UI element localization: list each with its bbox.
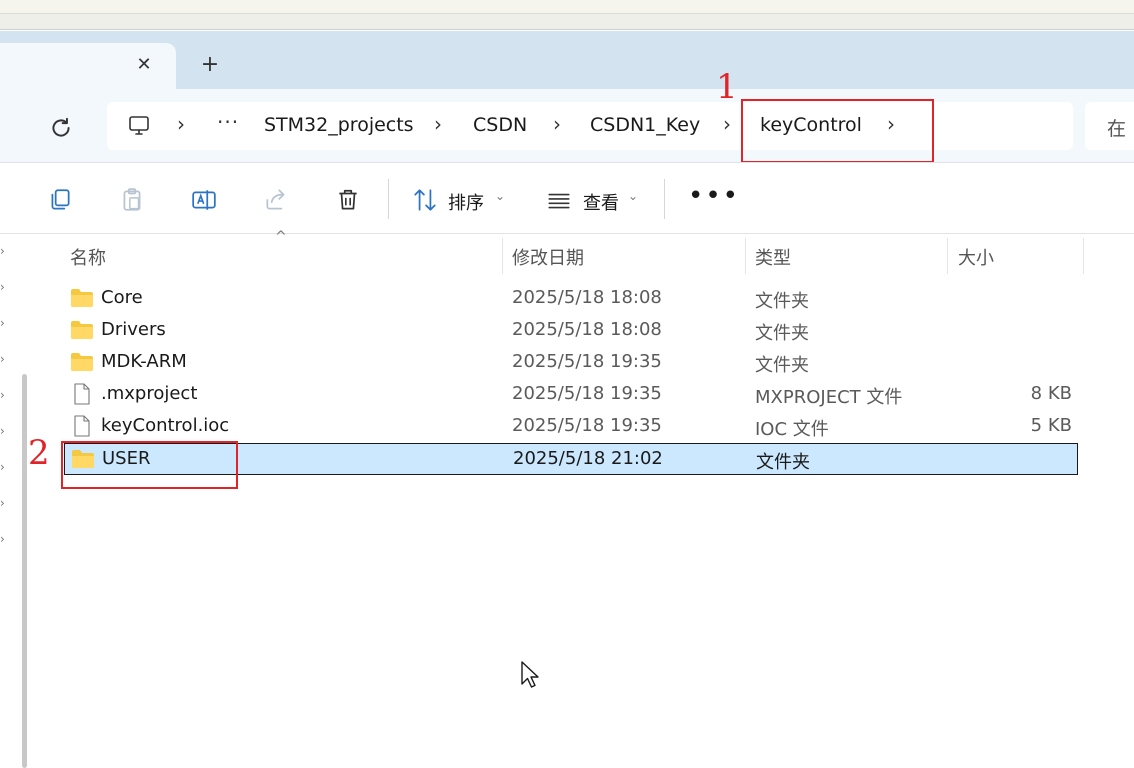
tab-bar: ✕ + — [0, 31, 1134, 90]
column-divider[interactable] — [947, 238, 948, 274]
file-date: 2025/5/18 18:08 — [512, 287, 662, 308]
column-header-type[interactable]: 类型 — [755, 244, 791, 282]
file-name: keyControl.ioc — [101, 415, 230, 436]
file-date: 2025/5/18 19:35 — [512, 415, 662, 436]
active-tab[interactable]: ✕ — [0, 43, 176, 90]
search-placeholder: 在 — [1107, 118, 1127, 140]
annotation-number-1: 1 — [716, 67, 738, 107]
close-tab-icon[interactable]: ✕ — [132, 53, 156, 77]
file-type: MXPROJECT 文件 — [755, 387, 903, 408]
nav-expand-icon[interactable]: › — [0, 244, 8, 258]
mouse-cursor-icon — [521, 661, 539, 688]
paste-icon — [123, 188, 141, 211]
file-date: 2025/5/18 21:02 — [513, 448, 663, 469]
address-row: › ··· STM32_projects › CSDN › CSDN1_Key … — [0, 89, 1134, 162]
nav-expand-icon[interactable]: › — [0, 316, 8, 330]
file-date: 2025/5/18 19:35 — [512, 383, 662, 404]
column-header-date[interactable]: 修改日期 — [512, 244, 584, 282]
delete-icon[interactable] — [335, 187, 361, 213]
nav-expand-icon[interactable]: › — [0, 388, 8, 402]
folder-icon — [70, 319, 94, 341]
file-type: 文件夹 — [755, 291, 809, 312]
file-type: 文件夹 — [755, 355, 809, 376]
file-type: 文件夹 — [755, 323, 809, 344]
breadcrumb-csdn[interactable]: CSDN — [473, 114, 527, 136]
file-size: 8 KB — [1030, 383, 1072, 404]
file-name: .mxproject — [101, 383, 198, 404]
sort-button[interactable]: 排序 — [448, 189, 484, 215]
nav-expand-icon[interactable]: › — [0, 280, 8, 294]
annotation-box-1 — [741, 99, 934, 163]
file-type: 文件夹 — [756, 452, 810, 473]
rename-icon[interactable] — [191, 187, 217, 213]
file-type: IOC 文件 — [755, 419, 829, 440]
nav-expand-icon[interactable]: › — [0, 424, 8, 438]
view-dropdown-icon[interactable]: ⌄ — [628, 189, 638, 203]
column-divider[interactable] — [502, 238, 503, 274]
breadcrumb-separator[interactable]: › — [177, 112, 185, 136]
sort-ascending-icon: ^ — [275, 229, 287, 245]
file-icon — [70, 383, 94, 405]
file-row[interactable]: Drivers 2025/5/18 18:08 文件夹 — [64, 315, 1078, 347]
sort-icon[interactable] — [412, 187, 438, 213]
toolbar-divider — [664, 179, 665, 219]
column-divider[interactable] — [1083, 238, 1084, 274]
view-button[interactable]: 查看 — [583, 189, 619, 215]
file-icon — [70, 415, 94, 437]
sort-dropdown-icon[interactable]: ⌄ — [495, 189, 505, 203]
new-tab-icon[interactable]: + — [196, 51, 224, 79]
this-pc-icon[interactable] — [127, 114, 151, 138]
file-date: 2025/5/18 19:35 — [512, 351, 662, 372]
nav-expand-icon[interactable]: › — [0, 532, 8, 546]
column-header-name[interactable]: 名称 — [70, 244, 106, 282]
more-options-icon[interactable]: ••• — [688, 181, 740, 211]
breadcrumb-separator[interactable]: › — [723, 112, 731, 136]
file-name: MDK-ARM — [101, 351, 187, 372]
nav-expand-icon[interactable]: › — [0, 496, 8, 510]
annotation-number-2: 2 — [28, 433, 50, 473]
breadcrumb-separator[interactable]: › — [553, 112, 561, 136]
file-date: 2025/5/18 18:08 — [512, 319, 662, 340]
refresh-icon[interactable] — [48, 115, 74, 141]
file-row[interactable]: keyControl.ioc 2025/5/18 19:35 IOC 文件 5 KB — [64, 411, 1078, 443]
nav-scrollbar[interactable] — [22, 374, 27, 768]
window-title-strip — [0, 14, 1134, 30]
breadcrumb-csdn1-key[interactable]: CSDN1_Key — [590, 114, 700, 136]
folder-icon — [70, 287, 94, 309]
nav-expand-icon[interactable]: › — [0, 460, 8, 474]
view-icon[interactable] — [546, 187, 572, 213]
navigation-pane: › › › › › › › › › — [0, 234, 40, 768]
file-size: 5 KB — [1030, 415, 1072, 436]
annotation-box-2 — [61, 441, 238, 489]
file-name: Core — [101, 287, 143, 308]
copy-icon[interactable] — [47, 187, 73, 213]
folder-icon — [70, 351, 94, 373]
share-icon — [266, 189, 285, 210]
column-divider[interactable] — [745, 238, 746, 274]
file-name: Drivers — [101, 319, 166, 340]
file-row[interactable]: Core 2025/5/18 18:08 文件夹 — [64, 283, 1078, 315]
file-row[interactable]: .mxproject 2025/5/18 19:35 MXPROJECT 文件 8 K… — [64, 379, 1078, 411]
breadcrumb-separator[interactable]: › — [434, 112, 442, 136]
breadcrumb-overflow[interactable]: ··· — [217, 110, 239, 134]
toolbar-divider — [388, 179, 389, 219]
breadcrumb-stm32-projects[interactable]: STM32_projects — [264, 114, 414, 136]
nav-expand-icon[interactable]: › — [0, 352, 8, 366]
column-header-size[interactable]: 大小 — [958, 244, 994, 282]
file-row[interactable]: MDK-ARM 2025/5/18 19:35 文件夹 — [64, 347, 1078, 379]
window-top-strip — [0, 0, 1134, 14]
search-input[interactable]: 在 — [1085, 102, 1134, 150]
command-toolbar: 排序 ⌄ 查看 ⌄ ••• — [0, 162, 1134, 234]
